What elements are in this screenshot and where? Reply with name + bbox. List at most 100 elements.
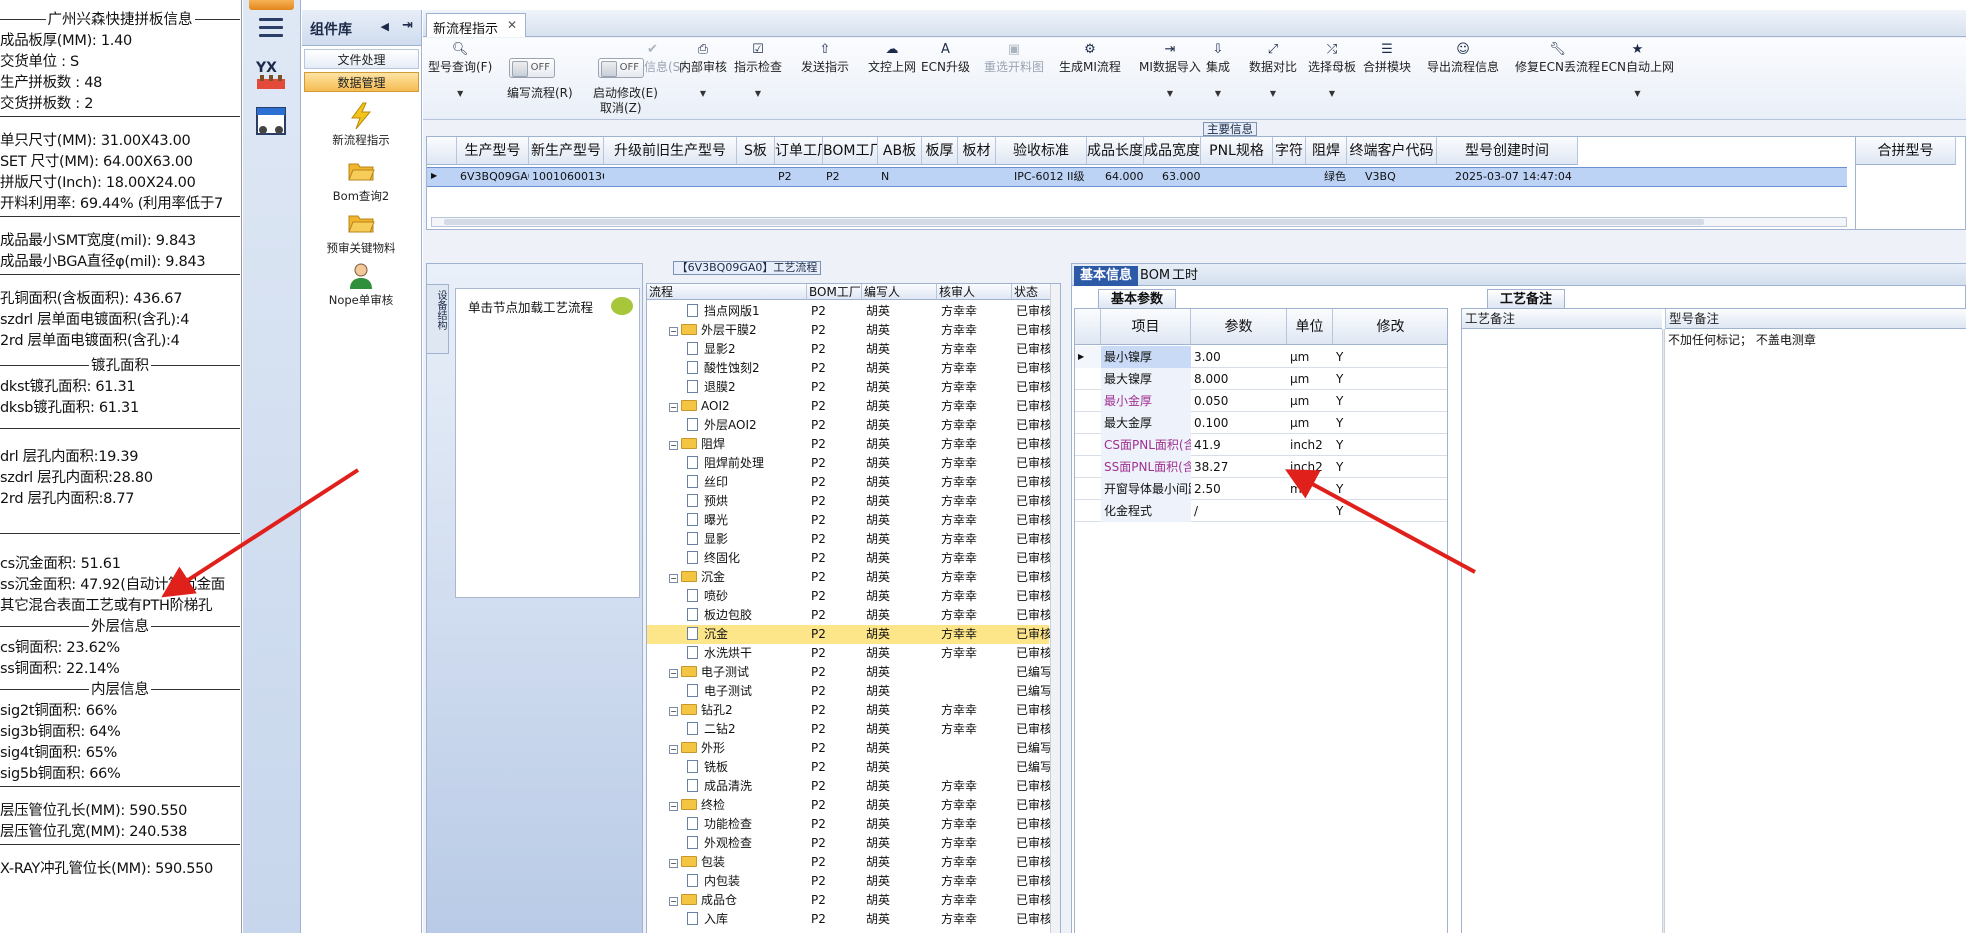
column-divider[interactable] [1662, 329, 1665, 933]
device-structure-tab[interactable]: 设备结构 [427, 284, 449, 354]
tree-node[interactable]: 二钻2 [687, 720, 807, 739]
collapse-icon[interactable]: − [669, 897, 678, 906]
nope-review-tool[interactable]: Nope单审核 [302, 262, 420, 308]
pre-review-material-tool[interactable]: 预审关键物料 [302, 210, 420, 256]
toolbar-list-button[interactable]: ☰ 合拼模块 [1363, 42, 1411, 75]
table-cell[interactable] [1288, 168, 1321, 186]
toolbar-upload-button[interactable]: ⇧ 发送指示 [801, 42, 849, 75]
collapse-icon[interactable]: − [669, 707, 678, 716]
param-modify[interactable]: Y [1333, 390, 1373, 412]
collapse-icon[interactable]: − [669, 669, 678, 678]
tree-node[interactable]: 成品清洗 [687, 777, 807, 796]
table-cell[interactable]: N [878, 168, 922, 186]
column-header[interactable]: 成品长度 [1087, 137, 1144, 165]
param-modify[interactable]: Y [1333, 346, 1373, 368]
tree-row[interactable]: − 电子测试 P2 胡英 已编写 [647, 663, 1052, 682]
table-cell[interactable]: P2 [823, 168, 878, 186]
tree-node[interactable]: 终固化 [687, 549, 807, 568]
param-value[interactable]: 8.000 [1191, 368, 1287, 390]
toolbar-checkbox-button[interactable]: ☑ 指示检查 ▼ [734, 42, 782, 98]
param-value[interactable]: 41.9 [1191, 434, 1287, 456]
tree-column-header[interactable]: BOM工厂 [807, 284, 862, 300]
param-row[interactable]: SS面PNL面积(含孔)38.27inch2 Y [1075, 456, 1447, 478]
tree-row[interactable]: 挡点网版1 P2 胡英 方幸幸 已审核 [647, 302, 1052, 321]
tree-node[interactable]: 功能检查 [687, 815, 807, 834]
tree-row[interactable]: − 阻焊 P2 胡英 方幸幸 已审核 [647, 435, 1052, 454]
tree-node[interactable]: 阻焊前处理 [687, 454, 807, 473]
menu-icon[interactable] [259, 18, 283, 38]
tree-node[interactable]: 外层AOI2 [687, 416, 807, 435]
tree-node[interactable]: 曝光 [687, 511, 807, 530]
data-management-button[interactable]: 数据管理 [304, 72, 419, 92]
dropdown-arrow-icon[interactable]: ▼ [1206, 89, 1230, 98]
dropdown-arrow-icon[interactable]: ▼ [1601, 89, 1674, 98]
table-cell[interactable]: 63.000 [1159, 168, 1216, 186]
close-icon[interactable]: ✕ [507, 18, 517, 32]
tree-row[interactable]: 电子测试 P2 胡英 已编写 [647, 682, 1052, 701]
tree-node[interactable]: 板边包胶 [687, 606, 807, 625]
param-value[interactable]: / [1191, 500, 1287, 522]
toolbar-import-button[interactable]: ⇥ MI数据导入 ▼ [1139, 42, 1201, 98]
tree-row[interactable]: 板边包胶 P2 胡英 方幸幸 已审核 [647, 606, 1052, 625]
tree-row[interactable]: − 外形 P2 胡英 已编写 [647, 739, 1052, 758]
params-column-header[interactable]: 项目 [1101, 309, 1191, 345]
table-cell[interactable] [737, 168, 775, 186]
param-modify[interactable]: Y [1333, 412, 1373, 434]
tree-row[interactable]: 沉金 P2 胡英 方幸幸 已审核 [647, 625, 1052, 644]
scrollbar-thumb[interactable] [444, 219, 1704, 225]
column-header[interactable]: 生产型号 [457, 137, 529, 165]
toolbar-compare-button[interactable]: ⤢ 数据对比 ▼ [1249, 42, 1297, 98]
collapse-icon[interactable]: − [669, 441, 678, 450]
param-value[interactable]: 3.00 [1191, 346, 1287, 368]
tree-node[interactable]: 挡点网版1 [687, 302, 807, 321]
tree-row[interactable]: 功能检查 P2 胡英 方幸幸 已审核 [647, 815, 1052, 834]
tree-node[interactable]: − 成品仓 [669, 891, 807, 910]
param-value[interactable]: 0.050 [1191, 390, 1287, 412]
param-modify[interactable]: Y [1333, 434, 1373, 456]
column-header[interactable]: AB板 [878, 137, 922, 165]
bom-query-tool[interactable]: Bom查询2 [302, 158, 420, 204]
param-row[interactable]: ▶ 最小镍厚 3.00 μm Y [1075, 346, 1447, 368]
toolbar-search-button[interactable]: 🔍︎ 型号查询(F) ▼ [428, 42, 492, 98]
param-modify[interactable]: Y [1333, 500, 1373, 522]
merge-model-header[interactable]: 合拼型号 [1856, 137, 1956, 165]
column-header[interactable]: 板材 [958, 137, 996, 165]
column-header[interactable]: 终端客户代码 [1347, 137, 1437, 165]
tree-row[interactable]: − AOI2 P2 胡英 方幸幸 已审核 [647, 397, 1052, 416]
cancel-button[interactable]: 取消(Z) [600, 99, 642, 116]
column-header[interactable]: 阻焊 [1306, 137, 1347, 165]
vertical-scrollbar[interactable] [1050, 284, 1060, 933]
collapse-icon[interactable]: − [669, 802, 678, 811]
tree-row[interactable]: 入库 P2 胡英 方幸幸 已审核 [647, 910, 1052, 929]
tree-node[interactable]: − 阻焊 [669, 435, 807, 454]
tab-process-notes[interactable]: 工艺备注 [1487, 289, 1566, 309]
column-header[interactable]: 验收标准 [996, 137, 1087, 165]
tree-node[interactable]: − 终检 [669, 796, 807, 815]
tree-node[interactable]: 退膜2 [687, 378, 807, 397]
tree-node[interactable]: 内包装 [687, 872, 807, 891]
toolbar-wrench-button[interactable]: 🔧︎ 修复ECN丢流程 [1515, 42, 1600, 75]
tree-node[interactable]: 沉金 [687, 625, 807, 644]
tree-node[interactable]: 预烘 [687, 492, 807, 511]
tree-row[interactable]: 内包装 P2 胡英 方幸幸 已审核 [647, 872, 1052, 891]
new-flow-tool[interactable]: 新流程指示 [302, 102, 420, 148]
dropdown-arrow-icon[interactable]: ▼ [734, 89, 782, 98]
collapse-icon[interactable]: − [669, 859, 678, 868]
tree-node[interactable]: 铣板 [687, 758, 807, 777]
param-value[interactable]: 38.27 [1191, 456, 1287, 478]
dropdown-arrow-icon[interactable]: ▼ [428, 89, 492, 98]
collapse-icon[interactable]: − [669, 574, 678, 583]
tree-node[interactable]: 显影2 [687, 340, 807, 359]
process-hint-box[interactable]: 单击节点加载工艺流程 [455, 288, 640, 598]
tab-basic-params[interactable]: 基本参数 [1098, 289, 1177, 309]
column-header[interactable]: 升级前旧生产型号 [604, 137, 737, 165]
table-cell[interactable] [604, 168, 737, 186]
tree-node[interactable]: 水洗烘干 [687, 644, 807, 663]
tree-row[interactable]: 丝印 P2 胡英 方幸幸 已审核 [647, 473, 1052, 492]
tree-node[interactable]: 酸性蚀刻2 [687, 359, 807, 378]
tree-node[interactable]: 丝印 [687, 473, 807, 492]
tree-row[interactable]: 二钻2 P2 胡英 方幸幸 已审核 [647, 720, 1052, 739]
toolbar-download-button[interactable]: ⇩ 集成 ▼ [1206, 42, 1230, 98]
tree-column-header[interactable]: 编写人 [862, 284, 937, 300]
params-column-header[interactable]: 参数 [1191, 309, 1287, 345]
